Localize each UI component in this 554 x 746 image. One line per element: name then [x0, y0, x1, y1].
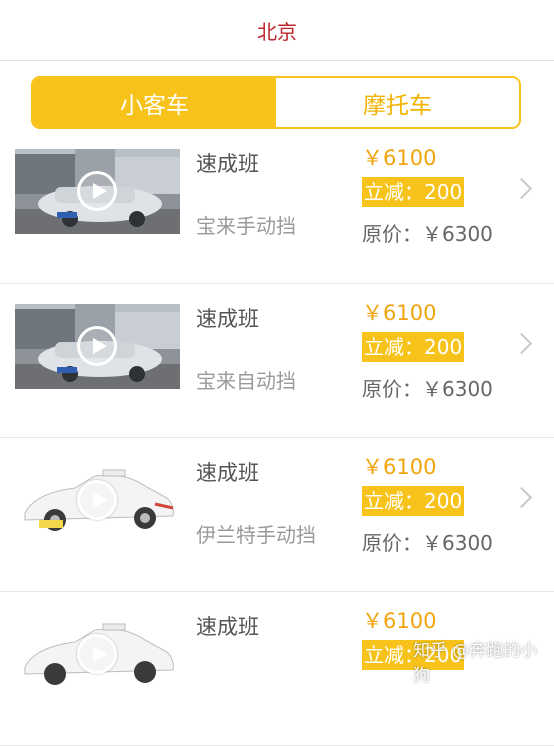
- original-price: 原价：￥6300: [362, 222, 493, 246]
- list-item[interactable]: 速成班 伊兰特手动挡 ￥6100 立减：200 原价：￥6300: [0, 438, 554, 592]
- course-thumbnail[interactable]: [15, 149, 180, 234]
- discount-badge: 立减：200: [362, 332, 465, 362]
- city-title[interactable]: 北京: [257, 16, 297, 45]
- list-item[interactable]: 速成班 宝来手动挡 ￥6100 立减：200 原价：￥6300: [0, 130, 554, 284]
- course-price: ￥6100: [362, 146, 437, 170]
- discount-badge: 立减：200: [362, 486, 465, 516]
- course-title: 速成班: [196, 615, 259, 639]
- top-bar: 北京: [0, 0, 554, 61]
- course-thumbnail[interactable]: [15, 458, 180, 543]
- chevron-right-icon: [510, 332, 533, 355]
- course-title: 速成班: [196, 152, 259, 176]
- play-icon[interactable]: [77, 171, 117, 211]
- chevron-right-icon: [510, 177, 533, 200]
- tab-motorcycle[interactable]: 摩托车: [276, 78, 519, 127]
- watermark-text: 知乎 @奔跑的小狗: [413, 641, 538, 686]
- course-thumbnail[interactable]: [15, 304, 180, 389]
- play-icon[interactable]: [77, 326, 117, 366]
- course-price: ￥6100: [362, 609, 437, 633]
- original-price: 原价：￥6300: [362, 377, 493, 401]
- course-thumbnail[interactable]: [15, 612, 180, 697]
- vehicle-type-tabs: 小客车 摩托车: [31, 76, 521, 129]
- course-title: 速成班: [196, 307, 259, 331]
- course-title: 速成班: [196, 461, 259, 485]
- course-price: ￥6100: [362, 455, 437, 479]
- tab-car[interactable]: 小客车: [33, 78, 276, 127]
- play-icon[interactable]: [77, 480, 117, 520]
- original-price: 原价：￥6300: [362, 531, 493, 555]
- chevron-right-icon: [510, 486, 533, 509]
- car-model: 宝来自动挡: [196, 369, 296, 393]
- course-price: ￥6100: [362, 301, 437, 325]
- play-icon[interactable]: [77, 634, 117, 674]
- car-model: 伊兰特手动挡: [196, 523, 316, 547]
- list-item[interactable]: 速成班 宝来自动挡 ￥6100 立减：200 原价：￥6300: [0, 284, 554, 438]
- car-model: 宝来手动挡: [196, 214, 296, 238]
- discount-badge: 立减：200: [362, 177, 465, 207]
